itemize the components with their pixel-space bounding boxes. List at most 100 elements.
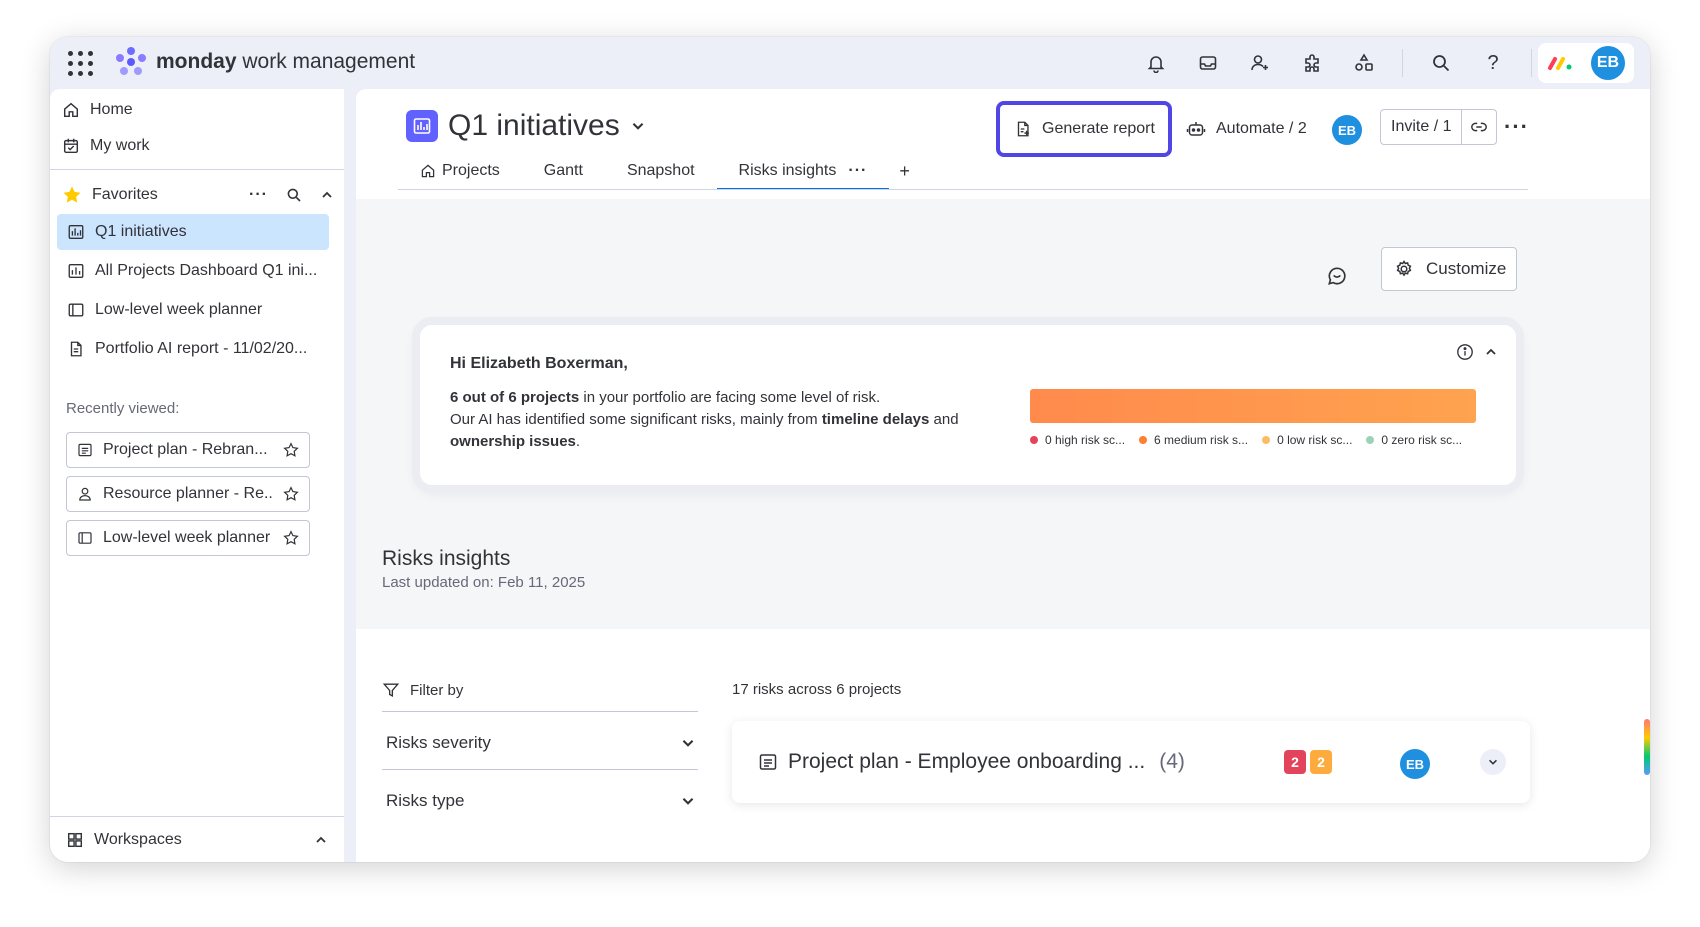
generate-report-button[interactable]: Generate report bbox=[996, 101, 1172, 157]
project-plan-icon bbox=[78, 443, 92, 457]
account-menu[interactable]: EB bbox=[1538, 43, 1634, 83]
invite-button[interactable]: Invite / 1 bbox=[1381, 110, 1463, 144]
board-member-avatar[interactable]: EB bbox=[1332, 115, 1362, 145]
brand[interactable]: monday work management bbox=[116, 47, 415, 77]
expand-project-button[interactable] bbox=[1480, 749, 1506, 775]
app-switcher-icon[interactable] bbox=[64, 47, 94, 77]
board-more-options-icon[interactable]: ··· bbox=[1504, 116, 1529, 138]
doc-icon bbox=[70, 341, 82, 357]
feedback-chat-icon[interactable] bbox=[1326, 265, 1348, 292]
recent-item[interactable]: Resource planner - Re... bbox=[66, 476, 310, 512]
view-tabs: Projects Gantt Snapshot Risks insights ·… bbox=[398, 153, 920, 190]
risks-count: 17 risks across 6 projects bbox=[732, 681, 902, 698]
card-controls bbox=[1456, 343, 1498, 361]
tab-risks-insights[interactable]: Risks insights ··· bbox=[716, 153, 890, 190]
risks-panel: Filter by Risks severity Risks type 17 r… bbox=[356, 629, 1650, 862]
star-outline-icon[interactable] bbox=[283, 442, 299, 458]
star-filled-icon bbox=[63, 186, 81, 203]
workspaces-label: Workspaces bbox=[94, 830, 182, 848]
legend-zero-risk: 0 zero risk sc... bbox=[1366, 433, 1462, 447]
dashboard-icon bbox=[68, 225, 84, 239]
filter-label: Risks type bbox=[386, 791, 465, 810]
filter-divider bbox=[382, 711, 698, 712]
invite-user-icon[interactable] bbox=[1244, 47, 1276, 79]
filter-icon bbox=[382, 683, 400, 697]
bell-icon[interactable] bbox=[1140, 47, 1172, 79]
tab-label: Risks insights bbox=[738, 162, 837, 179]
search-icon[interactable] bbox=[286, 187, 302, 203]
home-icon bbox=[63, 102, 79, 118]
tab-snapshot[interactable]: Snapshot bbox=[605, 153, 717, 189]
report-icon bbox=[1017, 121, 1029, 137]
copy-link-button[interactable] bbox=[1462, 110, 1496, 144]
sidebar-board-item[interactable]: Q1 initiatives bbox=[57, 214, 329, 250]
chevron-up-icon[interactable] bbox=[320, 188, 334, 202]
risk-legend: 0 high risk sc... 6 medium risk s... 0 l… bbox=[1030, 433, 1462, 447]
greeting: Hi Elizabeth Boxerman, bbox=[450, 355, 628, 372]
chevron-down-icon bbox=[682, 739, 694, 747]
favorites-header[interactable]: Favorites ··· bbox=[62, 179, 334, 211]
tab-label: Gantt bbox=[543, 162, 583, 179]
filter-risks-type[interactable]: Risks type bbox=[386, 791, 696, 811]
customize-button[interactable]: Customize bbox=[1381, 247, 1517, 291]
chevron-up-icon[interactable] bbox=[1484, 345, 1498, 359]
search-icon[interactable] bbox=[1425, 47, 1457, 79]
sidebar-board-item[interactable]: Portfolio AI report - 11/02/20... bbox=[57, 331, 329, 367]
legend-medium-risk: 6 medium risk s... bbox=[1139, 433, 1248, 447]
more-options-icon[interactable]: ··· bbox=[249, 186, 268, 204]
board-label: All Projects Dashboard Q1 ini... bbox=[95, 262, 318, 279]
board-label: Q1 initiatives bbox=[95, 223, 187, 240]
star-outline-icon[interactable] bbox=[283, 486, 299, 502]
tab-gantt[interactable]: Gantt bbox=[522, 153, 605, 189]
avatar: EB bbox=[1332, 115, 1362, 145]
board-header: Q1 initiatives bbox=[406, 109, 646, 143]
sidebar-board-item[interactable]: All Projects Dashboard Q1 ini... bbox=[57, 253, 329, 289]
chart-icon bbox=[68, 264, 84, 278]
star-outline-icon[interactable] bbox=[283, 530, 299, 546]
chevron-up-icon[interactable] bbox=[314, 833, 328, 847]
inbox-icon[interactable] bbox=[1192, 47, 1224, 79]
recent-item-label: Project plan - Rebran... bbox=[103, 441, 268, 458]
workspaces-section[interactable]: Workspaces bbox=[50, 816, 344, 862]
project-risk-card[interactable]: Project plan - Employee onboarding ... (… bbox=[732, 721, 1530, 803]
recent-item[interactable]: Project plan - Rebran... bbox=[66, 432, 310, 468]
monday-logo-icon bbox=[116, 47, 146, 77]
add-view-button[interactable]: + bbox=[889, 153, 920, 189]
home-icon bbox=[421, 164, 435, 178]
filter-label: Risks severity bbox=[386, 733, 491, 752]
sidebar-divider bbox=[50, 169, 344, 170]
automate-button[interactable]: Automate / 2 bbox=[1186, 113, 1307, 145]
project-plan-icon bbox=[759, 754, 777, 770]
plus-icon: + bbox=[899, 160, 910, 181]
filter-risks-severity[interactable]: Risks severity bbox=[386, 733, 696, 753]
risk-distribution-bar bbox=[1030, 389, 1476, 423]
link-icon bbox=[1471, 122, 1488, 132]
page-title[interactable]: Q1 initiatives bbox=[448, 109, 620, 143]
brand-name: monday work management bbox=[156, 50, 416, 73]
sidebar-item-my-work[interactable]: My work bbox=[62, 131, 150, 161]
user-avatar[interactable]: EB bbox=[1591, 46, 1625, 80]
info-icon[interactable] bbox=[1456, 343, 1474, 361]
generate-report-label: Generate report bbox=[1042, 120, 1155, 137]
recently-viewed-label: Recently viewed: bbox=[66, 400, 180, 417]
sidebar-item-home[interactable]: Home bbox=[62, 95, 133, 125]
sidebar-board-item[interactable]: Low-level week planner bbox=[57, 292, 329, 328]
help-icon[interactable]: ? bbox=[1477, 47, 1509, 79]
legend-high-risk: 0 high risk sc... bbox=[1030, 433, 1125, 447]
chevron-down-icon bbox=[682, 797, 694, 805]
recent-item[interactable]: Low-level week planner bbox=[66, 520, 310, 556]
legend-low-risk: 0 low risk sc... bbox=[1262, 433, 1352, 447]
board-label: Portfolio AI report - 11/02/20... bbox=[95, 340, 308, 357]
tab-projects[interactable]: Projects bbox=[398, 153, 522, 189]
top-separator bbox=[1402, 49, 1403, 77]
chevron-down-icon[interactable] bbox=[630, 118, 646, 134]
apps-icon[interactable] bbox=[1296, 47, 1328, 79]
sidebar: Home My work Favorites ··· Q1 initiative… bbox=[50, 89, 344, 862]
board-label: Low-level week planner bbox=[95, 301, 263, 318]
integrations-icon[interactable] bbox=[1348, 47, 1380, 79]
legend-dot bbox=[1262, 436, 1271, 444]
invite-button-group: Invite / 1 bbox=[1380, 109, 1498, 145]
monday-mark-icon bbox=[1548, 57, 1572, 70]
tab-options-icon[interactable]: ··· bbox=[848, 162, 867, 180]
insight-summary: 6 out of 6 projects in your portfolio ar… bbox=[450, 389, 959, 450]
